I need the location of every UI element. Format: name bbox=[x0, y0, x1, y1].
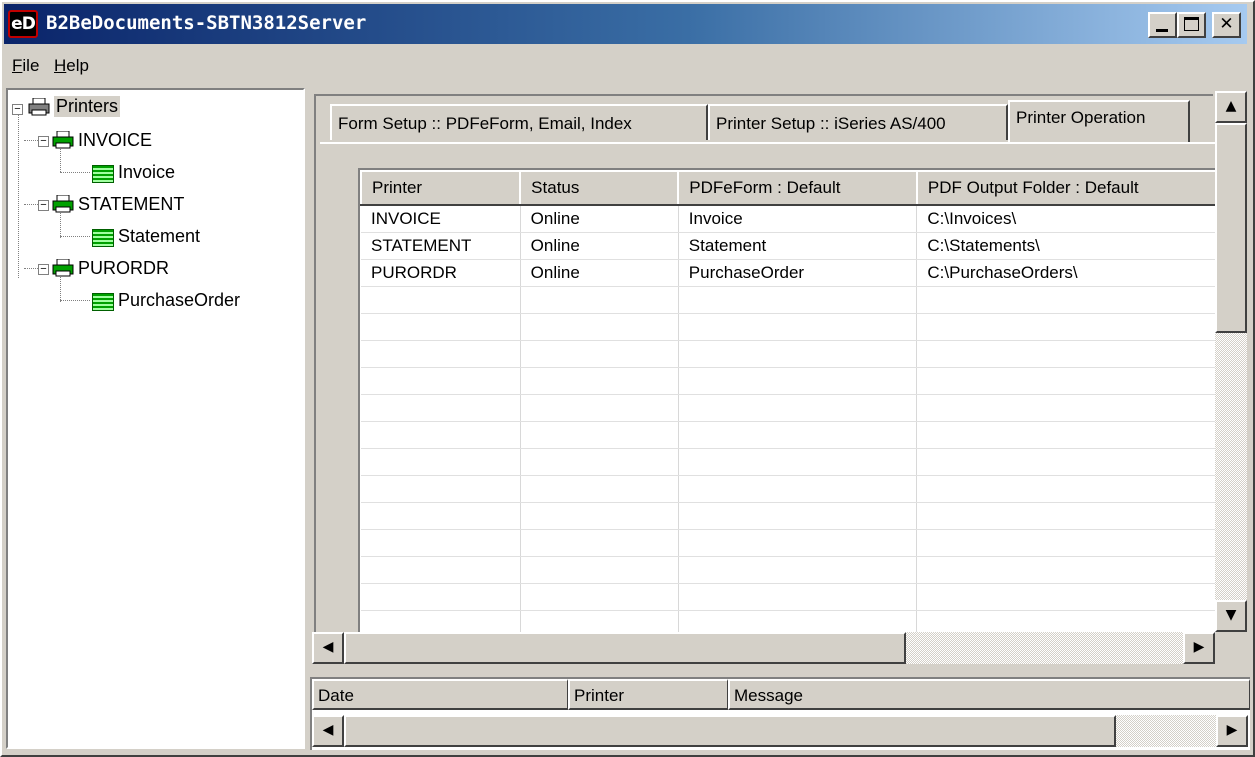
table-row[interactable]: INVOICE Online Invoice C:\Invoices\ bbox=[361, 205, 1216, 233]
arrow-right-icon: ▶ bbox=[1193, 639, 1205, 655]
printer-icon bbox=[52, 131, 74, 149]
table-cell: C:\PurchaseOrders\ bbox=[916, 259, 1216, 287]
tab-printer-operation[interactable]: Printer Operation bbox=[1008, 100, 1190, 142]
arrow-down-icon: ▼ bbox=[1225, 607, 1237, 623]
empty-row bbox=[361, 448, 1216, 476]
empty-row bbox=[361, 421, 1216, 449]
printer-list[interactable]: Printer Status PDFeForm : Default PDF Ou… bbox=[358, 168, 1216, 634]
table-cell: PURORDR bbox=[361, 259, 521, 287]
table-cell: Online bbox=[520, 259, 679, 287]
minimize-icon bbox=[1156, 29, 1168, 32]
arrow-left-icon: ◀ bbox=[322, 639, 334, 655]
tree-item-purchaseorder-form[interactable]: PurchaseOrder bbox=[8, 290, 298, 316]
table-cell: C:\Statements\ bbox=[916, 232, 1216, 260]
scroll-right-button[interactable]: ▶ bbox=[1183, 632, 1215, 664]
empty-row bbox=[361, 394, 1216, 422]
vertical-scrollbar[interactable]: ▲ ▼ bbox=[1215, 91, 1247, 632]
horizontal-scrollbar[interactable]: ◀ ▶ bbox=[312, 632, 1215, 664]
close-icon: ✕ bbox=[1219, 14, 1234, 34]
empty-row bbox=[361, 529, 1216, 557]
scroll-left-button[interactable]: ◀ bbox=[312, 632, 344, 664]
table-cell: Online bbox=[520, 232, 679, 260]
log-column-message[interactable]: Message bbox=[728, 679, 1250, 710]
tab-printer-setup[interactable]: Printer Setup :: iSeries AS/400 bbox=[708, 104, 1008, 140]
scroll-up-button[interactable]: ▲ bbox=[1215, 91, 1247, 123]
table-cell: PurchaseOrder bbox=[678, 259, 918, 287]
collapse-icon[interactable]: − bbox=[38, 264, 49, 275]
arrow-up-icon: ▲ bbox=[1225, 98, 1237, 114]
printer-icon bbox=[52, 259, 74, 277]
printer-tree[interactable]: − Printers − INVOICE Invoice − STATEMENT… bbox=[6, 88, 305, 749]
maximize-button[interactable] bbox=[1177, 12, 1206, 38]
horizontal-scroll-thumb[interactable] bbox=[344, 632, 906, 664]
empty-row bbox=[361, 583, 1216, 611]
log-scroll-left-button[interactable]: ◀ bbox=[312, 715, 344, 747]
log-column-date[interactable]: Date bbox=[312, 679, 568, 710]
form-icon bbox=[92, 165, 114, 183]
collapse-icon[interactable]: − bbox=[12, 104, 23, 115]
form-icon bbox=[92, 293, 114, 311]
printer-icon bbox=[28, 98, 50, 116]
empty-row bbox=[361, 286, 1216, 314]
table-row[interactable]: PURORDR Online PurchaseOrder C:\PurchaseOrd… bbox=[361, 259, 1216, 287]
log-horizontal-scroll-thumb[interactable] bbox=[344, 715, 1116, 747]
log-column-printer[interactable]: Printer bbox=[568, 679, 728, 710]
vertical-scroll-thumb[interactable] bbox=[1215, 123, 1247, 333]
tree-item-invoice-printer[interactable]: − INVOICE bbox=[8, 130, 288, 156]
table-cell: INVOICE bbox=[361, 205, 521, 233]
printer-icon bbox=[52, 195, 74, 213]
arrow-right-icon: ▶ bbox=[1226, 722, 1238, 738]
minimize-button[interactable] bbox=[1148, 12, 1177, 38]
column-header-status[interactable]: Status bbox=[519, 170, 679, 206]
title-bar[interactable]: eD B2BeDocuments-SBTN3812Server ✕ bbox=[4, 4, 1247, 44]
table-cell: Statement bbox=[678, 232, 918, 260]
log-list[interactable]: Date Printer Message bbox=[310, 677, 1250, 710]
table-cell: C:\Invoices\ bbox=[916, 205, 1216, 233]
menu-help[interactable]: Help bbox=[54, 56, 89, 76]
printer-table: Printer Status PDFeForm : Default PDF Ou… bbox=[360, 170, 1216, 634]
window-title: B2BeDocuments-SBTN3812Server bbox=[46, 12, 367, 34]
empty-row bbox=[361, 367, 1216, 395]
empty-row bbox=[361, 475, 1216, 503]
maximize-icon bbox=[1184, 17, 1199, 31]
empty-row bbox=[361, 610, 1216, 634]
tab-form-setup[interactable]: Form Setup :: PDFeForm, Email, Index bbox=[330, 104, 708, 140]
column-header-pdfeform[interactable]: PDFeForm : Default bbox=[677, 170, 918, 206]
collapse-icon[interactable]: − bbox=[38, 200, 49, 211]
tree-item-printers[interactable]: − Printers bbox=[8, 96, 208, 122]
empty-row bbox=[361, 556, 1216, 584]
empty-row bbox=[361, 340, 1216, 368]
empty-row bbox=[361, 313, 1216, 341]
form-icon bbox=[92, 229, 114, 247]
tree-item-invoice-form[interactable]: Invoice bbox=[8, 162, 288, 188]
tree-item-statement-printer[interactable]: − STATEMENT bbox=[8, 194, 288, 220]
log-scroll-right-button[interactable]: ▶ bbox=[1216, 715, 1248, 747]
table-cell: Invoice bbox=[678, 205, 918, 233]
log-horizontal-scrollbar[interactable]: ◀ ▶ bbox=[312, 715, 1248, 747]
column-header-printer[interactable]: Printer bbox=[360, 170, 521, 206]
tree-item-statement-form[interactable]: Statement bbox=[8, 226, 288, 252]
app-icon[interactable]: eD bbox=[8, 10, 38, 38]
tree-item-purordr-printer[interactable]: − PURORDR bbox=[8, 258, 288, 284]
table-row[interactable]: STATEMENT Online Statement C:\Statements\ bbox=[361, 232, 1216, 260]
scroll-down-button[interactable]: ▼ bbox=[1215, 600, 1247, 632]
empty-row bbox=[361, 502, 1216, 530]
close-button[interactable]: ✕ bbox=[1212, 12, 1241, 38]
arrow-left-icon: ◀ bbox=[322, 722, 334, 738]
table-cell: Online bbox=[520, 205, 679, 233]
column-header-output-folder[interactable]: PDF Output Folder : Default bbox=[915, 170, 1216, 206]
menu-file[interactable]: File bbox=[12, 56, 39, 76]
collapse-icon[interactable]: − bbox=[38, 136, 49, 147]
table-cell: STATEMENT bbox=[361, 232, 521, 260]
